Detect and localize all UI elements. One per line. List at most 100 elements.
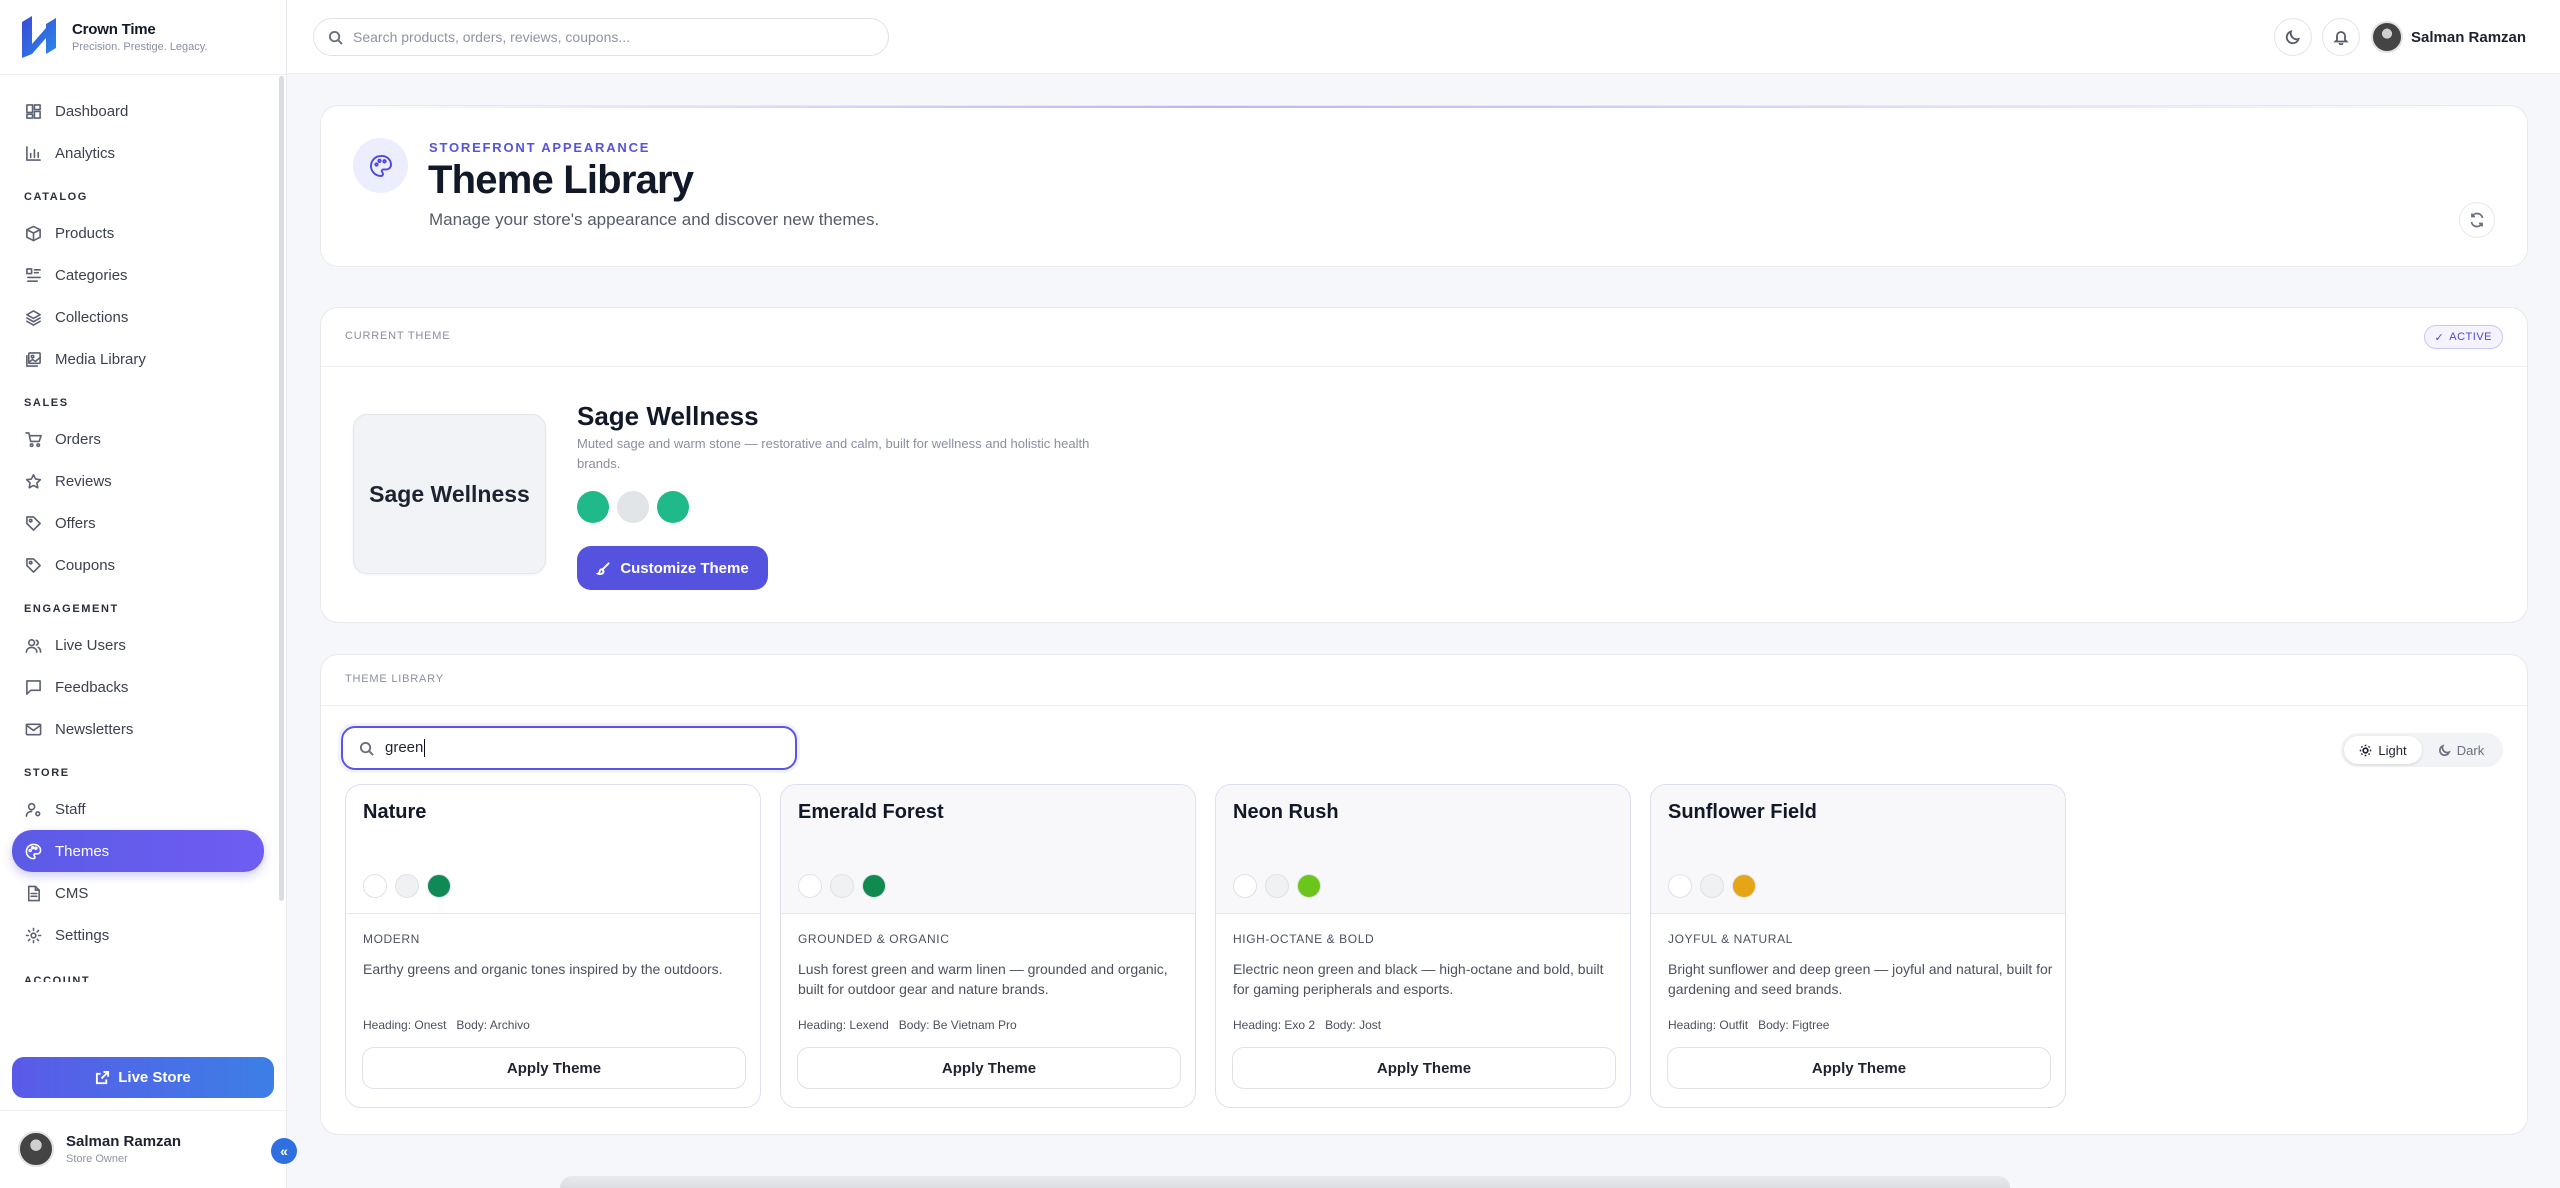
theme-card[interactable]: Sunflower Field JOYFUL & NATURAL Bright …	[1650, 784, 2066, 1108]
sidebar-item-offers[interactable]: Offers	[12, 502, 264, 544]
apply-theme-button[interactable]: Apply Theme	[1232, 1047, 1616, 1089]
search-input[interactable]	[353, 29, 853, 45]
theme-card[interactable]: Nature MODERN Earthy greens and organic …	[345, 784, 761, 1108]
global-search[interactable]	[313, 18, 889, 56]
sidebar-item-cms[interactable]: CMS	[12, 872, 264, 914]
heading-font: Outfit	[1719, 1018, 1749, 1032]
color-swatch	[657, 491, 689, 523]
theme-swatches	[1668, 874, 1756, 898]
sidebar-item-collections[interactable]: Collections	[12, 296, 264, 338]
brand[interactable]: Crown Time Precision. Prestige. Legacy.	[20, 14, 208, 60]
theme-fonts: Heading: Lexend Body: Be Vietnam Pro	[798, 1018, 1017, 1032]
theme-description: Earthy greens and organic tones inspired…	[363, 961, 723, 977]
refresh-icon	[2470, 212, 2484, 228]
sidebar-item-label: Coupons	[55, 556, 116, 574]
sidebar-item-label: Newsletters	[55, 720, 134, 738]
notifications-button[interactable]	[2322, 18, 2360, 56]
sidebar-item-label: Themes	[55, 842, 110, 860]
sidebar-item-coupons[interactable]: Coupons	[12, 544, 264, 586]
heading-font-label: Heading:	[798, 1018, 847, 1032]
cart-icon	[25, 431, 42, 447]
sidebar-item-reviews[interactable]: Reviews	[12, 460, 264, 502]
color-swatch	[1265, 874, 1289, 898]
apply-theme-button[interactable]: Apply Theme	[797, 1047, 1181, 1089]
sidebar-item-label: Categories	[55, 266, 128, 284]
page-bottom-edge	[560, 1176, 2010, 1188]
sidebar-item-feedbacks[interactable]: Feedbacks	[12, 666, 264, 708]
customize-theme-button[interactable]: Customize Theme	[577, 546, 768, 590]
body-font: Figtree	[1792, 1018, 1830, 1032]
theme-card[interactable]: Emerald Forest GROUNDED & ORGANIC Lush f…	[780, 784, 1196, 1108]
theme-name: Sunflower Field	[1668, 801, 1817, 823]
page-subtitle: Manage your store's appearance and disco…	[429, 210, 880, 229]
theme-preview: Sage Wellness	[353, 414, 546, 574]
sidebar-item-categories[interactable]: Categories	[12, 254, 264, 296]
theme-fonts: Heading: Exo 2 Body: Jost	[1233, 1018, 1381, 1032]
chevrons-left-icon: «	[280, 1143, 288, 1159]
theme-swatches	[1233, 874, 1321, 898]
top-header: Salman Ramzan	[287, 0, 2560, 74]
brand-logo-icon	[22, 16, 56, 58]
color-swatch	[862, 874, 886, 898]
theme-category: GROUNDED & ORGANIC	[798, 932, 950, 946]
sidebar-item-label: Orders	[55, 430, 101, 448]
document-icon	[27, 885, 40, 901]
mail-icon	[25, 723, 42, 735]
sidebar-item-orders[interactable]: Orders	[12, 418, 264, 460]
sidebar-item-label: Analytics	[55, 144, 116, 162]
theme-fonts: Heading: Onest Body: Archivo	[363, 1018, 530, 1032]
header-user-name: Salman Ramzan	[2411, 28, 2527, 46]
sidebar-item-analytics[interactable]: Analytics	[12, 132, 264, 174]
sidebar-item-staff[interactable]: Staff	[12, 788, 264, 830]
avatar	[18, 1131, 54, 1167]
sidebar-item-label: Collections	[55, 308, 129, 326]
light-dark-toggle[interactable]: Light Dark	[2341, 733, 2503, 767]
sidebar-item-media-library[interactable]: Media Library	[12, 338, 264, 380]
palette-icon	[25, 843, 42, 859]
color-swatch	[798, 874, 822, 898]
light-label: Light	[2378, 742, 2407, 758]
layers-icon	[26, 309, 41, 326]
sidebar-item-live-users[interactable]: Live Users	[12, 624, 264, 666]
sidebar-item-label: Live Users	[55, 636, 126, 654]
color-swatch	[363, 874, 387, 898]
live-store-button[interactable]: Live Store	[12, 1057, 274, 1098]
current-theme-name: Sage Wellness	[577, 401, 759, 431]
color-swatch	[1297, 874, 1321, 898]
light-mode-option[interactable]: Light	[2344, 736, 2422, 764]
theme-swatches	[798, 874, 886, 898]
sidebar-item-settings[interactable]: Settings	[12, 914, 264, 956]
images-icon	[26, 351, 41, 367]
sidebar-item-label: Media Library	[55, 350, 146, 368]
tag-icon	[26, 515, 41, 531]
refresh-button[interactable]	[2459, 202, 2495, 238]
sidebar-item-themes[interactable]: Themes	[12, 830, 264, 872]
analytics-icon	[26, 145, 41, 161]
theme-toggle-button[interactable]	[2274, 18, 2312, 56]
theme-search-input[interactable]: green	[341, 726, 797, 770]
dark-mode-option[interactable]: Dark	[2422, 736, 2500, 764]
color-swatch	[830, 874, 854, 898]
nav-section-account: ACCOUNT	[24, 975, 91, 982]
sidebar-item-products[interactable]: Products	[12, 212, 264, 254]
collapse-sidebar-button[interactable]: «	[271, 1138, 297, 1164]
apply-theme-button[interactable]: Apply Theme	[1667, 1047, 2051, 1089]
sidebar-item-dashboard[interactable]: Dashboard	[12, 90, 264, 132]
sidebar-item-newsletters[interactable]: Newsletters	[12, 708, 264, 750]
header-user-menu[interactable]: Salman Ramzan	[2371, 16, 2531, 58]
apply-theme-button[interactable]: Apply Theme	[362, 1047, 746, 1089]
sidebar-user[interactable]: Salman Ramzan Store Owner	[18, 1131, 181, 1167]
heading-font: Exo 2	[1284, 1018, 1316, 1032]
status-badge: ✓ ACTIVE	[2423, 325, 2503, 349]
search-icon	[328, 30, 343, 45]
box-icon	[26, 225, 41, 241]
gear-icon	[25, 927, 42, 943]
theme-fonts: Heading: Outfit Body: Figtree	[1668, 1018, 1829, 1032]
theme-name: Neon Rush	[1233, 801, 1339, 823]
categories-icon	[26, 267, 41, 282]
heading-font-label: Heading:	[1668, 1018, 1717, 1032]
theme-card[interactable]: Neon Rush HIGH-OCTANE & BOLD Electric ne…	[1215, 784, 1631, 1108]
sidebar-item-label: Offers	[55, 514, 96, 532]
theme-search-value: green	[385, 738, 424, 756]
sidebar-scrollbar[interactable]	[279, 76, 284, 901]
